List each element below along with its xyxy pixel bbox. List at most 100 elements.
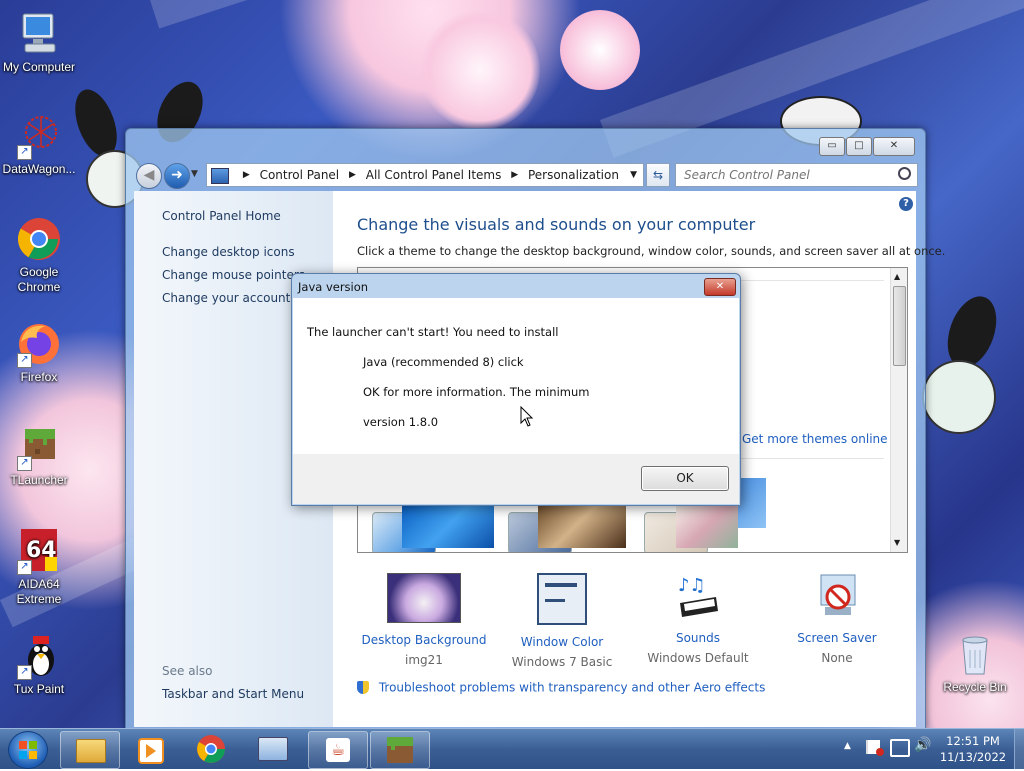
tool-value: None [821, 651, 853, 665]
firefox-icon: ↗ [15, 320, 63, 368]
taskbar-date[interactable]: 11/13/2022 [936, 750, 1010, 764]
control-panel-home-link[interactable]: Control Panel Home [162, 209, 281, 223]
forward-button[interactable]: ➜ [164, 163, 190, 189]
theme-list-scrollbar[interactable]: ▲ ▼ [890, 268, 907, 552]
window-color-tool[interactable]: Window Color Windows 7 Basic [497, 573, 627, 669]
show-hidden-icons-button[interactable]: ▲ [844, 741, 851, 751]
taskbar-chrome-button[interactable] [182, 731, 240, 767]
windows-logo-thumbnail [402, 504, 494, 548]
dialog-title: Java version [298, 280, 369, 294]
refresh-button[interactable]: ⇆ [646, 163, 670, 187]
breadcrumb-item[interactable]: All Control Panel Items [366, 164, 502, 186]
shortcut-arrow-icon: ↗ [17, 353, 32, 368]
control-panel-icon [211, 168, 229, 184]
theme-preview-image [676, 504, 738, 548]
change-account-picture-link[interactable]: Change your account pi [162, 291, 305, 305]
desktop-icon-datawagon[interactable]: ↗ DataWagon... [1, 112, 77, 177]
start-button[interactable] [8, 731, 48, 769]
close-button[interactable]: ✕ [873, 137, 915, 156]
shortcut-arrow-icon: ↗ [17, 560, 32, 575]
desktop-icon-label: Google Chrome [17, 265, 61, 294]
chrome-icon [197, 735, 225, 763]
dialog-body: The launcher can't start! You need to in… [293, 298, 739, 504]
show-desktop-button[interactable] [1014, 729, 1024, 769]
minimize-button[interactable]: ▭ [819, 137, 845, 156]
desktop-icon-tux-paint[interactable]: ↗ Tux Paint [1, 632, 77, 697]
volume-icon[interactable]: 🔊 [914, 737, 931, 753]
desktop-icon-my-computer[interactable]: My Computer [1, 10, 77, 75]
desktop-icon-label: DataWagon... [2, 162, 76, 176]
troubleshoot-label: Troubleshoot problems with transparency … [378, 680, 766, 695]
control-panel-icon [258, 737, 288, 761]
shortcut-arrow-icon: ↗ [17, 456, 32, 471]
recent-pages-dropdown[interactable]: ▼ [191, 169, 198, 179]
help-icon[interactable]: ? [899, 197, 913, 211]
dialog-close-button[interactable]: ✕ [704, 278, 736, 296]
page-subtitle: Click a theme to change the desktop back… [357, 244, 946, 258]
theme-preview-image [538, 504, 626, 548]
breadcrumb-item[interactable]: Control Panel [260, 164, 340, 186]
tool-label: Desktop Background [361, 633, 487, 647]
chrome-icon [15, 215, 63, 263]
shortcut-arrow-icon: ↗ [17, 145, 32, 160]
aida64-icon: 64 ↗ [15, 527, 63, 575]
desktop-icon-google-chrome[interactable]: Google Chrome [1, 215, 77, 295]
desktop-icon-label: Tux Paint [13, 682, 65, 696]
taskbar-control-panel-button[interactable] [244, 731, 302, 767]
breadcrumb-item[interactable]: Personalization [528, 164, 619, 186]
desktop-icon-label: AIDA64 Extreme [16, 577, 62, 606]
ok-button[interactable]: OK [641, 466, 729, 491]
tool-value: Windows 7 Basic [511, 655, 613, 669]
taskbar-time[interactable]: 12:51 PM [936, 734, 1010, 748]
desktop-icon-label: Recycle Bin [943, 680, 1007, 694]
tool-value: Windows Default [647, 651, 749, 665]
taskbar-explorer-button[interactable] [60, 731, 120, 769]
desktop-icon-label: Firefox [20, 370, 58, 384]
tool-label: Screen Saver [797, 631, 877, 645]
music-keyboard-icon: ♪♫ [662, 573, 734, 621]
change-desktop-icons-link[interactable]: Change desktop icons [162, 245, 295, 259]
troubleshoot-link[interactable]: Troubleshoot problems with transparency … [357, 680, 765, 695]
tool-label: Sounds [675, 631, 721, 645]
search-icon[interactable] [898, 167, 911, 180]
desktop-icon-firefox[interactable]: ↗ Firefox [1, 320, 77, 385]
taskbar-java-button[interactable]: ☕ [308, 731, 368, 769]
taskbar-start-menu-link[interactable]: Taskbar and Start Menu [162, 687, 304, 701]
dialog-message-line: Java (recommended 8) click [363, 355, 524, 369]
screen-saver-icon [801, 573, 873, 621]
shortcut-arrow-icon: ↗ [17, 665, 32, 680]
address-bar[interactable]: ▶ Control Panel ▶ All Control Panel Item… [206, 163, 644, 187]
back-button[interactable]: ◀ [136, 163, 162, 189]
scrollbar-thumb[interactable] [893, 286, 906, 366]
network-icon[interactable] [890, 739, 910, 757]
dialog-message-line: OK for more information. The minimum [363, 385, 590, 399]
maximize-button[interactable]: □ [846, 137, 872, 156]
window-color-icon [537, 573, 587, 625]
tool-label: Window Color [520, 635, 604, 649]
address-dropdown-icon[interactable]: ▼ [630, 164, 637, 186]
taskbar-media-player-button[interactable] [120, 731, 178, 767]
java-cup-icon: ☕ [326, 738, 350, 762]
sounds-tool[interactable]: ♪♫ Sounds Windows Default [633, 573, 763, 665]
mouse-cursor-icon [520, 405, 534, 431]
see-also-heading: See also [162, 664, 213, 678]
desktop-icon-recycle-bin[interactable]: Recycle Bin [937, 630, 1013, 695]
search-box[interactable] [675, 163, 918, 187]
datawagon-icon: ↗ [15, 112, 63, 160]
action-center-flag-icon[interactable] [866, 740, 884, 756]
search-input[interactable] [682, 164, 896, 186]
taskbar-tlauncher-button[interactable] [370, 731, 430, 769]
change-mouse-pointers-link[interactable]: Change mouse pointers [162, 268, 305, 282]
desktop-background-icon [387, 573, 461, 623]
svg-text:♪♫: ♪♫ [678, 575, 706, 596]
minecraft-block-icon: ↗ [15, 423, 63, 471]
page-title: Change the visuals and sounds on your co… [357, 215, 756, 234]
desktop-icon-label: TLauncher [10, 473, 68, 487]
desktop-icon-tlauncher[interactable]: ↗ TLauncher [1, 423, 77, 488]
desktop-background-tool[interactable]: Desktop Background img21 [359, 573, 489, 667]
desktop-icon-aida64[interactable]: 64 ↗ AIDA64 Extreme [1, 527, 77, 607]
screen-saver-tool[interactable]: Screen Saver None [772, 573, 902, 665]
minecraft-block-icon [387, 737, 413, 763]
java-version-dialog: Java version ✕ The launcher can't start!… [291, 273, 741, 506]
get-more-themes-link[interactable]: Get more themes online [742, 432, 888, 446]
